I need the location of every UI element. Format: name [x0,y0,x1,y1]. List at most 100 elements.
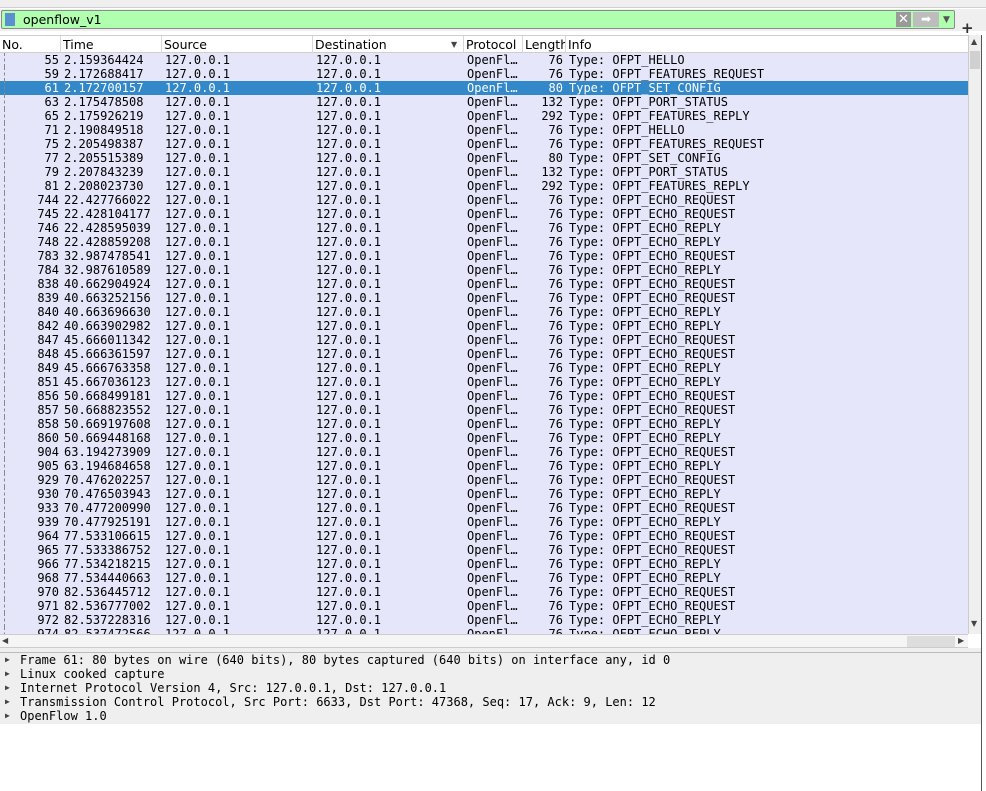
packet-row[interactable]: 839 40.663252156 127.0.0.1 127.0.0.1 OpenFl…… [0,291,968,305]
cell-info: Type: OFPT_ECHO_REPLY [569,459,721,473]
column-length[interactable]: Length [523,36,566,53]
packet-row[interactable]: 783 32.987478541 127.0.0.1 127.0.0.1 OpenFl…… [0,249,968,263]
vertical-scrollbar[interactable]: ▲ ▼ [968,35,981,634]
packet-list[interactable]: 55 2.159364424 127.0.0.1 127.0.0.1 OpenFl… 76… [0,53,968,634]
packet-row[interactable]: 858 50.669197608 127.0.0.1 127.0.0.1 OpenFl…… [0,417,968,431]
cell-source: 127.0.0.1 [165,123,231,137]
cell-time: 32.987610589 [64,263,151,277]
packet-row[interactable]: 55 2.159364424 127.0.0.1 127.0.0.1 OpenFl… 76… [0,53,968,67]
packet-row[interactable]: 974 82.537472566 127.0.0.1 127.0.0.1 OpenFl…… [0,627,968,634]
cell-source: 127.0.0.1 [165,599,231,613]
cell-protocol: OpenFl… [467,613,518,627]
arrow-right-icon[interactable]: ➡ [913,12,939,27]
packet-row[interactable]: 744 22.427766022 127.0.0.1 127.0.0.1 OpenFl…… [0,193,968,207]
cell-info: Type: OFPT_ECHO_REQUEST [569,473,736,487]
cell-no: 746 [37,221,59,235]
packet-row[interactable]: 929 70.476202257 127.0.0.1 127.0.0.1 OpenFl…… [0,473,968,487]
cell-time: 63.194273909 [64,445,151,459]
packet-row[interactable]: 784 32.987610589 127.0.0.1 127.0.0.1 OpenFl…… [0,263,968,277]
cell-time: 45.666011342 [64,333,151,347]
packet-row[interactable]: 77 2.205515389 127.0.0.1 127.0.0.1 OpenFl… 80… [0,151,968,165]
cell-protocol: OpenFl… [467,361,518,375]
packet-row[interactable]: 971 82.536777002 127.0.0.1 127.0.0.1 OpenFl…… [0,599,968,613]
scroll-up-icon[interactable]: ▲ [971,37,977,46]
column-no[interactable]: No. [0,36,61,53]
filter-text[interactable]: openflow_v1 [23,12,102,28]
cell-destination: 127.0.0.1 [316,193,382,207]
packet-row[interactable]: 745 22.428104177 127.0.0.1 127.0.0.1 OpenFl…… [0,207,968,221]
cell-no: 838 [37,277,59,291]
packet-row[interactable]: 849 45.666763358 127.0.0.1 127.0.0.1 OpenFl…… [0,361,968,375]
packet-details-pane[interactable]: ▶ Frame 61: 80 bytes on wire (640 bits), … [0,653,981,724]
packet-row[interactable]: 856 50.668499181 127.0.0.1 127.0.0.1 OpenFl…… [0,389,968,403]
column-destination[interactable]: Destination [313,36,464,53]
packet-row[interactable]: 81 2.208023730 127.0.0.1 127.0.0.1 OpenFl… 29… [0,179,968,193]
packet-row[interactable]: 930 70.476503943 127.0.0.1 127.0.0.1 OpenFl…… [0,487,968,501]
cell-no: 974 [37,627,59,634]
packet-row[interactable]: 59 2.172688417 127.0.0.1 127.0.0.1 OpenFl… 76… [0,67,968,81]
packet-row[interactable]: 63 2.175478508 127.0.0.1 127.0.0.1 OpenFl… 13… [0,95,968,109]
scrollbar-thumb[interactable] [970,51,980,69]
scroll-left-icon[interactable]: ◀ [2,635,8,647]
cell-source: 127.0.0.1 [165,263,231,277]
clear-icon[interactable]: ✕ [896,12,911,27]
scroll-down-icon[interactable]: ▼ [971,619,977,628]
packet-row[interactable]: 838 40.662904924 127.0.0.1 127.0.0.1 OpenFl…… [0,277,968,291]
packet-row[interactable]: 968 77.534440663 127.0.0.1 127.0.0.1 OpenFl…… [0,571,968,585]
cell-no: 840 [37,305,59,319]
packet-row[interactable]: 933 70.477200990 127.0.0.1 127.0.0.1 OpenFl…… [0,501,968,515]
column-protocol[interactable]: Protocol [464,36,523,53]
cell-no: 964 [37,529,59,543]
expand-arrow-icon[interactable]: ▶ [5,709,10,723]
cell-destination: 127.0.0.1 [316,137,382,151]
packet-row[interactable]: 851 45.667036123 127.0.0.1 127.0.0.1 OpenFl…… [0,375,968,389]
packet-row[interactable]: 964 77.533106615 127.0.0.1 127.0.0.1 OpenFl…… [0,529,968,543]
packet-row[interactable]: 966 77.534218215 127.0.0.1 127.0.0.1 OpenFl…… [0,557,968,571]
cell-source: 127.0.0.1 [165,627,231,634]
packet-row[interactable]: 905 63.194684658 127.0.0.1 127.0.0.1 OpenFl…… [0,459,968,473]
packet-row[interactable]: 748 22.428859208 127.0.0.1 127.0.0.1 OpenFl…… [0,235,968,249]
packet-row[interactable]: 860 50.669448168 127.0.0.1 127.0.0.1 OpenFl…… [0,431,968,445]
packet-row[interactable]: 857 50.668823552 127.0.0.1 127.0.0.1 OpenFl…… [0,403,968,417]
packet-row[interactable]: 65 2.175926219 127.0.0.1 127.0.0.1 OpenFl… 29… [0,109,968,123]
packet-row[interactable]: 965 77.533386752 127.0.0.1 127.0.0.1 OpenFl…… [0,543,968,557]
packet-row[interactable]: 972 82.537228316 127.0.0.1 127.0.0.1 OpenFl…… [0,613,968,627]
packet-row[interactable]: 848 45.666361597 127.0.0.1 127.0.0.1 OpenFl…… [0,347,968,361]
expand-arrow-icon[interactable]: ▶ [5,681,10,695]
cell-destination: 127.0.0.1 [316,473,382,487]
cell-protocol: OpenFl… [467,123,518,137]
packet-row[interactable]: 61 2.172700157 127.0.0.1 127.0.0.1 OpenFl… 80… [0,81,968,95]
expand-arrow-icon[interactable]: ▶ [5,667,10,681]
packet-row[interactable]: 904 63.194273909 127.0.0.1 127.0.0.1 OpenFl…… [0,445,968,459]
packet-row[interactable]: 847 45.666011342 127.0.0.1 127.0.0.1 OpenFl…… [0,333,968,347]
cell-time: 63.194684658 [64,459,151,473]
cell-source: 127.0.0.1 [165,375,231,389]
cell-source: 127.0.0.1 [165,53,231,67]
expand-arrow-icon[interactable]: ▶ [5,695,10,709]
expand-arrow-icon[interactable]: ▶ [5,653,10,667]
packet-row[interactable]: 970 82.536445712 127.0.0.1 127.0.0.1 OpenFl…… [0,585,968,599]
cell-no: 939 [37,515,59,529]
packet-row[interactable]: 71 2.190849518 127.0.0.1 127.0.0.1 OpenFl… 76… [0,123,968,137]
packet-row[interactable]: 79 2.207843239 127.0.0.1 127.0.0.1 OpenFl… 13… [0,165,968,179]
cell-time: 70.477925191 [64,515,151,529]
column-time[interactable]: Time [61,36,162,53]
scrollbar-thumb[interactable] [907,636,955,647]
cell-no: 847 [37,333,59,347]
packet-row[interactable]: 75 2.205498387 127.0.0.1 127.0.0.1 OpenFl… 76… [0,137,968,151]
packet-row[interactable]: 746 22.428595039 127.0.0.1 127.0.0.1 OpenFl…… [0,221,968,235]
packet-row[interactable]: 939 70.477925191 127.0.0.1 127.0.0.1 OpenFl…… [0,515,968,529]
scroll-right-icon[interactable]: ▶ [958,635,964,647]
packet-row[interactable]: 842 40.663902982 127.0.0.1 127.0.0.1 OpenFl…… [0,319,968,333]
packet-row[interactable]: 840 40.663696630 127.0.0.1 127.0.0.1 OpenFl…… [0,305,968,319]
cell-info: Type: OFPT_ECHO_REQUEST [569,347,736,361]
cell-destination: 127.0.0.1 [316,165,382,179]
display-filter-input[interactable]: openflow_v1 ✕ ➡ ▼ [1,10,955,29]
column-source[interactable]: Source [162,36,313,53]
column-info[interactable]: Info [566,36,968,53]
horizontal-scrollbar[interactable]: ◀ ▶ [0,634,968,648]
chevron-down-icon[interactable]: ▼ [943,12,950,28]
cell-length: 76 [548,333,563,347]
bookmark-icon[interactable] [5,13,15,26]
cell-time: 22.428595039 [64,221,151,235]
